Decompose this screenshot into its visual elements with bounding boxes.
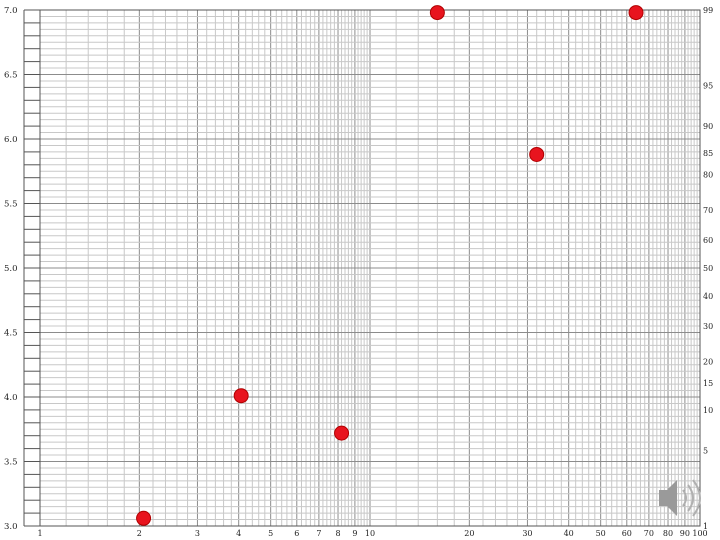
right-tick-label: 1	[703, 522, 708, 531]
y-tick-label: 5.0	[4, 264, 18, 274]
x-tick-label: 2	[137, 529, 142, 538]
right-tick-label: 99	[703, 6, 713, 15]
data-point-1	[136, 510, 152, 526]
data-point-2	[233, 388, 249, 404]
right-tick-label: 70	[703, 206, 713, 215]
y-tick-label: 4.0	[4, 393, 18, 403]
right-tick-label: 5	[703, 446, 708, 455]
y-tick-label: 6.5	[4, 71, 18, 81]
y-tick-label: 3.0	[4, 522, 18, 532]
x-tick-label: 90	[680, 529, 690, 538]
right-tick-label: 50	[703, 264, 713, 273]
data-point-4	[429, 5, 445, 21]
probability-chart: 3.0 3.5 4.0 4.5 5.0 5.5 6.0 6.5 7.0 1 2 3 4 5 6 7 8 9 10 2…	[4, 5, 713, 538]
right-tick-label: 95	[703, 82, 713, 91]
data-point-3	[334, 425, 350, 441]
x-tick-label: 8	[335, 529, 340, 538]
data-points	[136, 5, 644, 526]
data-point-6	[628, 5, 644, 21]
x-tick-label: 30	[522, 529, 532, 538]
speaker-body	[659, 490, 667, 506]
right-axis-labels: 1510152030405060708085909599	[703, 6, 713, 531]
y-tick-label: 6.0	[4, 135, 18, 145]
x-tick-label: 6	[294, 529, 299, 538]
x-tick-label: 60	[622, 529, 632, 538]
x-tick-label: 10	[365, 529, 375, 538]
data-point-5	[529, 146, 545, 162]
right-tick-label: 20	[703, 357, 713, 366]
right-tick-label: 90	[703, 122, 713, 131]
right-tick-label: 15	[703, 379, 713, 388]
y-tick-label: 5.5	[4, 200, 18, 210]
x-tick-label: 50	[596, 529, 606, 538]
y-tick-label: 4.5	[4, 329, 18, 339]
right-tick-label: 60	[703, 236, 713, 245]
horizontal-grid	[40, 9, 700, 527]
x-tick-label: 7	[316, 529, 321, 538]
x-tick-label: 9	[352, 529, 357, 538]
right-tick-label: 10	[703, 406, 713, 415]
right-tick-label: 80	[703, 171, 713, 180]
x-tick-label: 3	[195, 529, 200, 538]
right-tick-label: 40	[703, 292, 713, 301]
y-tick-label: 7.0	[4, 6, 18, 16]
x-tick-label: 80	[663, 529, 673, 538]
y-tick-label: 3.5	[4, 458, 18, 468]
right-tick-label: 30	[703, 322, 713, 331]
x-tick-label: 4	[236, 529, 241, 538]
y-axis-labels: 3.0 3.5 4.0 4.5 5.0 5.5 6.0 6.5 7.0	[4, 6, 18, 532]
x-tick-label: 20	[464, 529, 474, 538]
x-axis-labels: 1 2 3 4 5 6 7 8 9 10 20 30 40 50 60 70 80 90 100	[37, 529, 707, 538]
x-tick-label: 40	[564, 529, 574, 538]
right-tick-label: 85	[703, 149, 713, 158]
x-tick-label: 5	[268, 529, 273, 538]
x-tick-label: 70	[644, 529, 654, 538]
left-axis-ticks	[23, 9, 40, 527]
x-tick-label: 1	[37, 529, 42, 538]
